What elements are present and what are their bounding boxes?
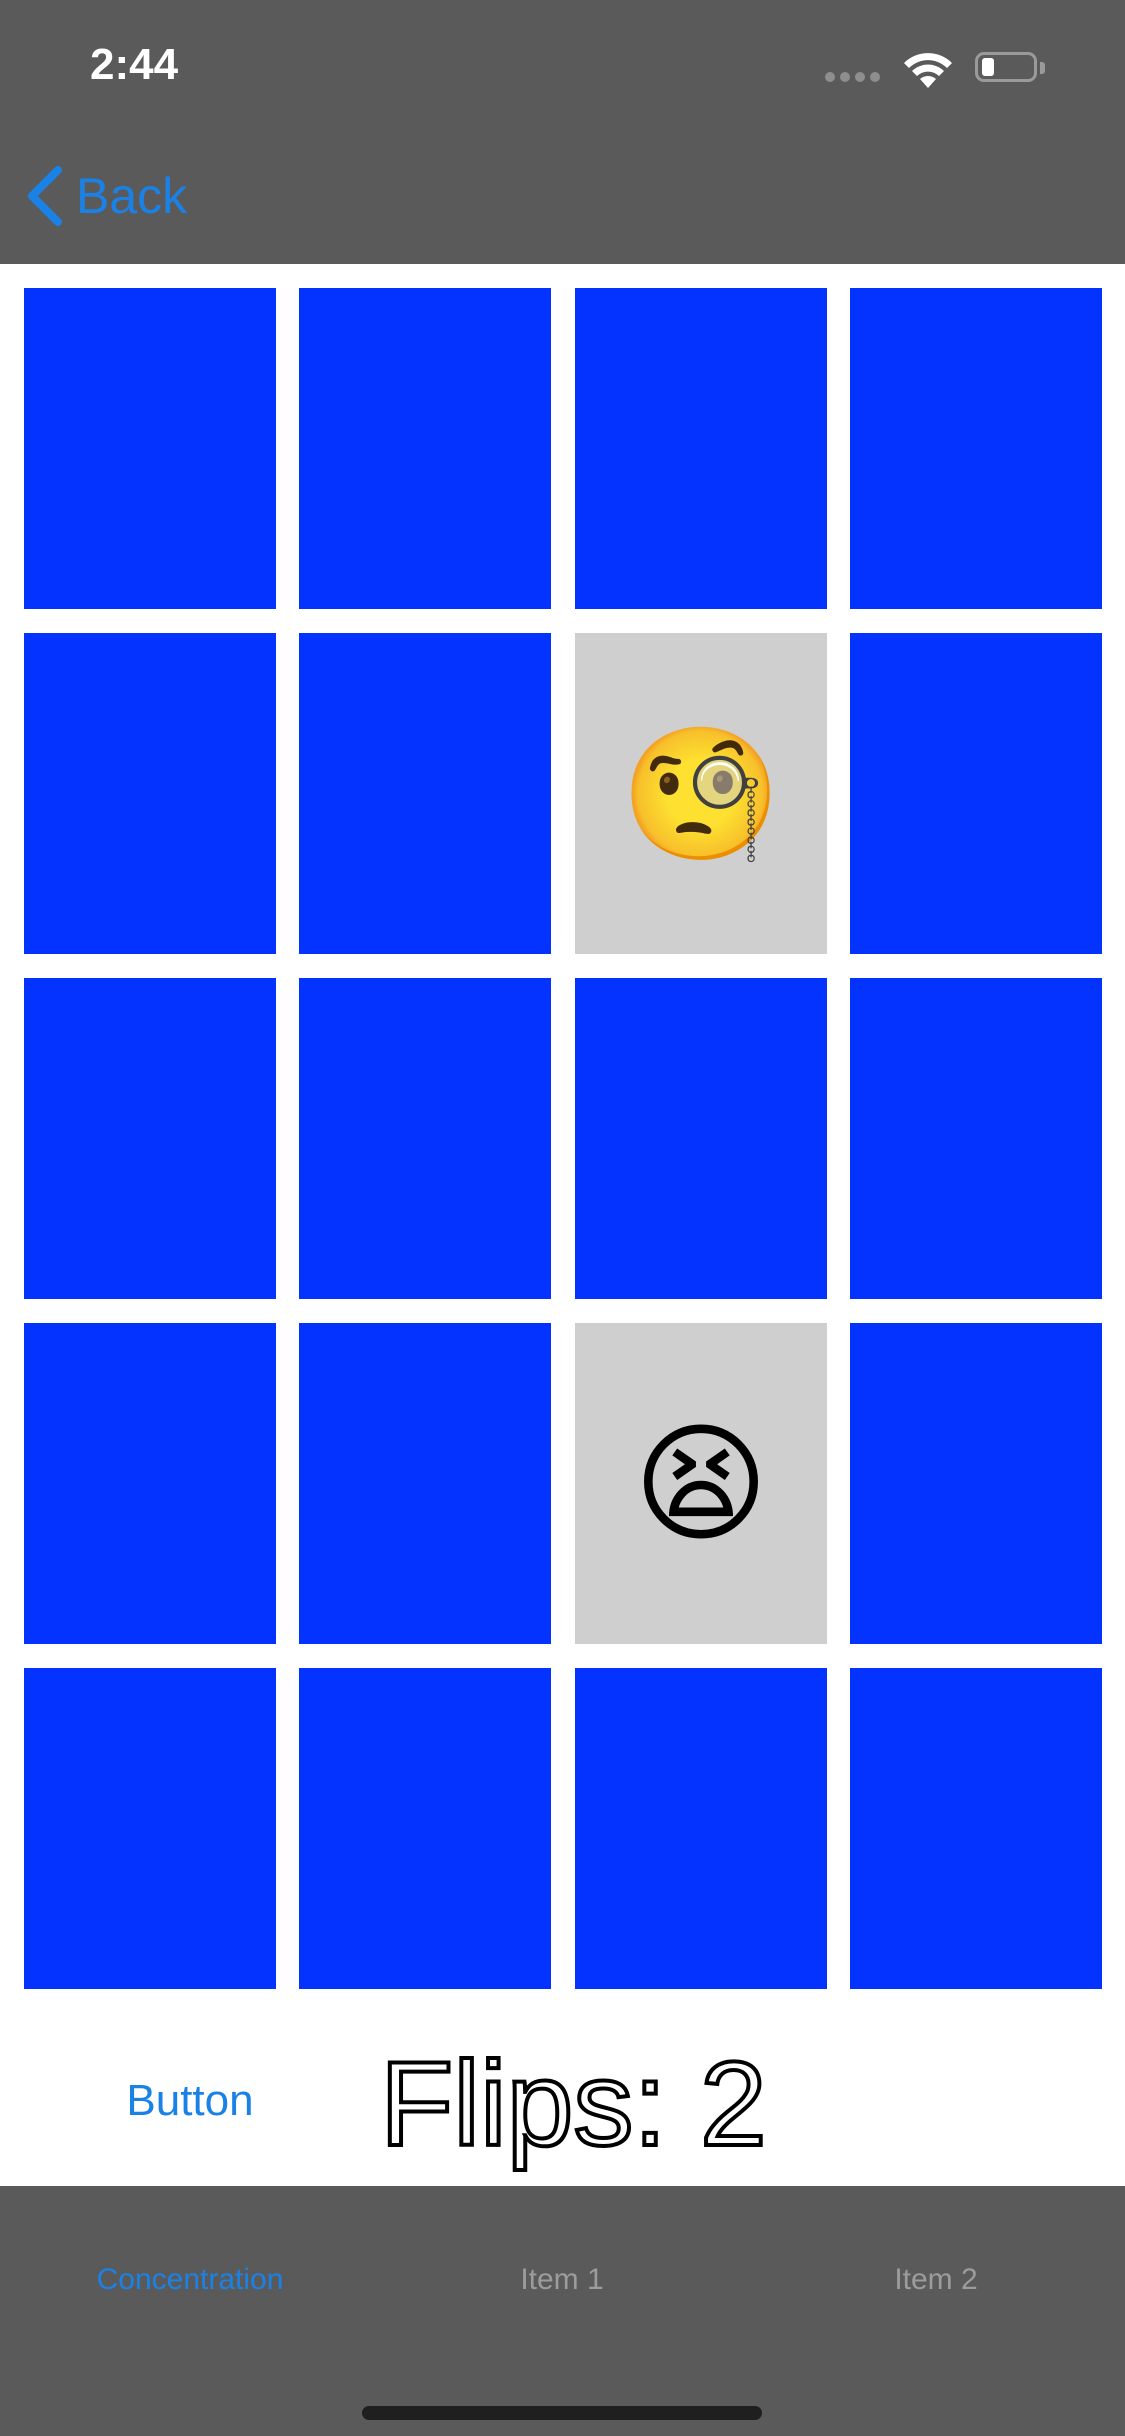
navigation-header: 2:44 Back (0, 0, 1125, 264)
card-face-down[interactable] (299, 633, 551, 954)
flips-count-label: Flips: 2 (378, 2035, 769, 2173)
battery-icon (975, 52, 1037, 82)
card-face-down[interactable] (850, 633, 1102, 954)
card-face-down[interactable] (299, 978, 551, 1299)
card-grid: 🧐 😫 (0, 264, 1125, 2014)
card-face-down[interactable] (24, 288, 276, 609)
status-time: 2:44 (90, 40, 179, 89)
tab-item-2[interactable]: Item 2 (786, 2250, 1086, 2310)
tab-concentration[interactable]: Concentration (40, 2250, 340, 2310)
battery-cap (1040, 62, 1045, 74)
card-face-up[interactable]: 😫 (575, 1323, 827, 1644)
card-face-down[interactable] (24, 1323, 276, 1644)
card-emoji: 😫 (633, 1407, 769, 1560)
card-face-down[interactable] (24, 633, 276, 954)
card-face-down[interactable] (299, 1323, 551, 1644)
card-face-down[interactable] (24, 1668, 276, 1989)
controls-row: Button Flips: 2 (0, 2014, 1125, 2186)
button[interactable]: Button (100, 2066, 280, 2136)
card-face-up[interactable]: 🧐 (575, 633, 827, 954)
status-icons (825, 48, 1085, 92)
chevron-left-icon (28, 166, 62, 226)
card-face-down[interactable] (850, 1323, 1102, 1644)
card-emoji: 🧐 (620, 717, 782, 870)
card-face-down[interactable] (575, 288, 827, 609)
card-face-down[interactable] (850, 288, 1102, 609)
tab-item-1[interactable]: Item 1 (412, 2250, 712, 2310)
card-face-down[interactable] (299, 288, 551, 609)
home-indicator (362, 2406, 762, 2420)
back-label: Back (76, 168, 188, 224)
wifi-icon (904, 53, 952, 88)
tab-bar: Concentration Item 1 Item 2 (0, 2186, 1125, 2436)
card-face-down[interactable] (575, 1668, 827, 1989)
cellular-signal-icon (825, 72, 881, 82)
card-face-down[interactable] (299, 1668, 551, 1989)
card-face-down[interactable] (850, 978, 1102, 1299)
back-button[interactable]: Back (24, 160, 224, 232)
card-face-down[interactable] (24, 978, 276, 1299)
card-face-down[interactable] (850, 1668, 1102, 1989)
card-face-down[interactable] (575, 978, 827, 1299)
